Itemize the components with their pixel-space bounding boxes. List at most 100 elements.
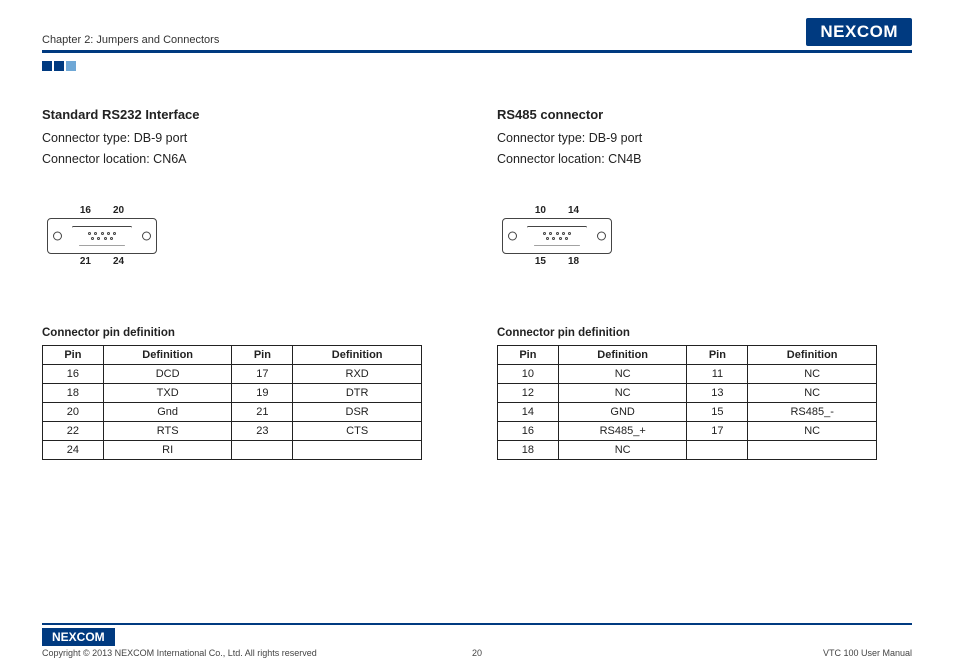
th-def: Definition [748, 345, 877, 364]
screw-icon [508, 231, 517, 240]
cell-pin: 18 [498, 440, 559, 459]
cell-pin: 21 [232, 402, 293, 421]
table-row: 18 TXD 19 DTR [43, 383, 422, 402]
th-def: Definition [558, 345, 687, 364]
cell-pin: 18 [43, 383, 104, 402]
table-row: 24 RI [43, 440, 422, 459]
table-row: 10 NC 11 NC [498, 364, 877, 383]
chapter-title: Chapter 2: Jumpers and Connectors [42, 34, 219, 46]
cell-pin: 22 [43, 421, 104, 440]
diag-pin-br: 24 [113, 256, 124, 267]
content-columns: Standard RS232 Interface Connector type:… [42, 107, 912, 460]
table-row: 14 GND 15 RS485_- [498, 402, 877, 421]
th-pin: Pin [232, 345, 293, 364]
cell-pin: 12 [498, 383, 559, 402]
cell-pin: 16 [43, 364, 104, 383]
cell-pin [687, 440, 748, 459]
cell-pin: 17 [687, 421, 748, 440]
th-pin: Pin [43, 345, 104, 364]
db9-port-icon [527, 226, 587, 246]
left-section-title: Standard RS232 Interface [42, 107, 457, 122]
table-row: 16 DCD 17 RXD [43, 364, 422, 383]
cell-def: DSR [293, 402, 422, 421]
cell-def: NC [558, 383, 687, 402]
th-def: Definition [103, 345, 232, 364]
table-header-row: Pin Definition Pin Definition [498, 345, 877, 364]
right-section-title: RS485 connector [497, 107, 912, 122]
cell-def: DCD [103, 364, 232, 383]
cell-pin: 15 [687, 402, 748, 421]
cell-pin: 14 [498, 402, 559, 421]
page-header: Chapter 2: Jumpers and Connectors NEXCOM [42, 18, 912, 53]
diag-pin-br: 18 [568, 256, 579, 267]
page-number: 20 [472, 648, 482, 658]
th-pin: Pin [498, 345, 559, 364]
table-row: 18 NC [498, 440, 877, 459]
cell-pin: 10 [498, 364, 559, 383]
cell-def: NC [748, 364, 877, 383]
cell-def: TXD [103, 383, 232, 402]
left-column: Standard RS232 Interface Connector type:… [42, 107, 457, 460]
cell-pin: 11 [687, 364, 748, 383]
cell-def: DTR [293, 383, 422, 402]
copyright-text: Copyright © 2013 NEXCOM International Co… [42, 648, 317, 658]
db9-port-icon [72, 226, 132, 246]
cell-def: NC [748, 421, 877, 440]
manual-name: VTC 100 User Manual [823, 648, 912, 658]
screw-icon [53, 231, 62, 240]
cell-pin: 19 [232, 383, 293, 402]
cell-pin: 24 [43, 440, 104, 459]
cell-pin: 16 [498, 421, 559, 440]
right-pin-table: Pin Definition Pin Definition 10 NC 11 N… [497, 345, 877, 460]
diag-pin-tr: 20 [113, 205, 124, 216]
right-column: RS485 connector Connector type: DB-9 por… [497, 107, 912, 460]
left-pin-table: Pin Definition Pin Definition 16 DCD 17 … [42, 345, 422, 460]
diag-pin-tr: 14 [568, 205, 579, 216]
cell-pin: 13 [687, 383, 748, 402]
table-row: 16 RS485_+ 17 NC [498, 421, 877, 440]
right-connector-loc: Connector location: CN4B [497, 149, 912, 170]
cell-def [748, 440, 877, 459]
decorative-squares [42, 61, 912, 71]
screw-icon [597, 231, 606, 240]
left-connector-loc: Connector location: CN6A [42, 149, 457, 170]
th-def: Definition [293, 345, 422, 364]
left-connector-type: Connector type: DB-9 port [42, 128, 457, 149]
nexcom-logo: NEXCOM [806, 18, 912, 46]
cell-def: NC [558, 440, 687, 459]
right-table-title: Connector pin definition [497, 327, 912, 339]
cell-def [293, 440, 422, 459]
table-row: 20 Gnd 21 DSR [43, 402, 422, 421]
footer-left: NEXCOM Copyright © 2013 NEXCOM Internati… [42, 628, 317, 658]
cell-def: NC [748, 383, 877, 402]
table-row: 12 NC 13 NC [498, 383, 877, 402]
cell-def: GND [558, 402, 687, 421]
screw-icon [142, 231, 151, 240]
cell-def: CTS [293, 421, 422, 440]
diag-pin-tl: 10 [535, 205, 546, 216]
th-pin: Pin [687, 345, 748, 364]
cell-pin: 23 [232, 421, 293, 440]
right-connector-type: Connector type: DB-9 port [497, 128, 912, 149]
cell-pin [232, 440, 293, 459]
cell-def: Gnd [103, 402, 232, 421]
cell-def: RS485_- [748, 402, 877, 421]
page-footer: NEXCOM Copyright © 2013 NEXCOM Internati… [42, 623, 912, 658]
footer-logo: NEXCOM [42, 628, 115, 646]
left-db9-diagram: 16 20 21 24 [42, 205, 162, 267]
diag-pin-bl: 21 [80, 256, 91, 267]
cell-def: RS485_+ [558, 421, 687, 440]
cell-pin: 20 [43, 402, 104, 421]
cell-pin: 17 [232, 364, 293, 383]
diag-pin-tl: 16 [80, 205, 91, 216]
right-db9-diagram: 10 14 15 18 [497, 205, 617, 267]
logo-text: NEXCOM [820, 22, 898, 42]
table-header-row: Pin Definition Pin Definition [43, 345, 422, 364]
cell-def: NC [558, 364, 687, 383]
diag-pin-bl: 15 [535, 256, 546, 267]
cell-def: RI [103, 440, 232, 459]
cell-def: RTS [103, 421, 232, 440]
table-row: 22 RTS 23 CTS [43, 421, 422, 440]
cell-def: RXD [293, 364, 422, 383]
left-table-title: Connector pin definition [42, 327, 457, 339]
